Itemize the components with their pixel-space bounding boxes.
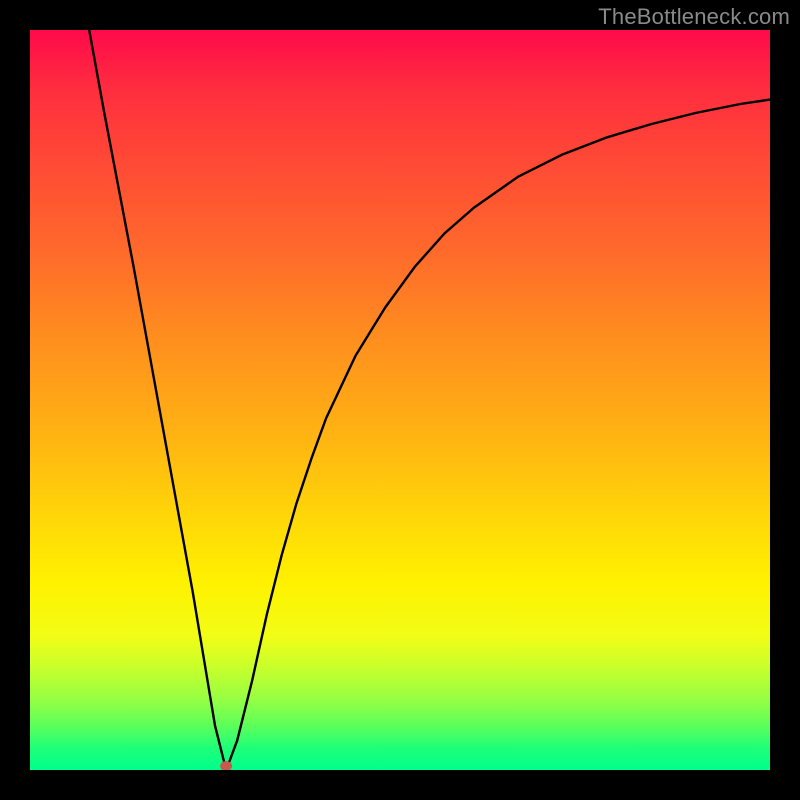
bottleneck-curve bbox=[30, 30, 770, 770]
chart-frame: TheBottleneck.com bbox=[0, 0, 800, 800]
watermark-text: TheBottleneck.com bbox=[598, 4, 790, 30]
plot-area bbox=[30, 30, 770, 770]
